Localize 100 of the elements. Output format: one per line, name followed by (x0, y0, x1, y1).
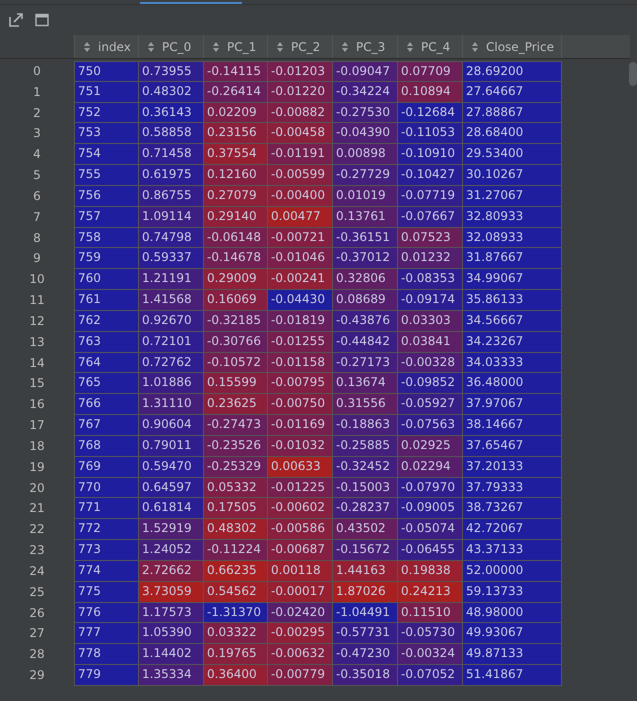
open-in-window-icon[interactable] (9, 13, 23, 27)
table-cell: 756 (74, 186, 138, 207)
table-cell: 0.72762 (138, 352, 203, 374)
table-cell: -0.27173 (332, 352, 397, 374)
table-cell: 0.07709 (397, 61, 462, 82)
table-cell: -0.08353 (397, 269, 462, 290)
table-cell: 31.87667 (462, 248, 562, 270)
table-cell: 769 (74, 456, 138, 478)
column-header[interactable]: index (74, 35, 138, 58)
table-cell: 0.72101 (138, 332, 203, 353)
column-header[interactable]: PC_3 (332, 35, 397, 58)
table-cell: -0.27530 (332, 102, 397, 124)
table-cell: 772 (74, 519, 138, 540)
table-cell: -0.00750 (267, 394, 332, 416)
table-cell: 0.02209 (203, 102, 267, 124)
table-cell: 0.08689 (332, 290, 397, 311)
table-cell: -0.00721 (267, 228, 332, 248)
table-cell: -0.11053 (397, 123, 462, 144)
table-cell: 0.29009 (203, 269, 267, 290)
table-cell: -0.25329 (203, 456, 267, 478)
table-cell: -0.07970 (397, 478, 462, 498)
table-cell: 51.41867 (462, 665, 562, 686)
table-cell: 757 (74, 206, 138, 228)
sort-icon (407, 42, 413, 52)
table-cell: 1.17573 (138, 602, 203, 624)
table-cell: -0.05730 (397, 623, 462, 644)
table-cell: -0.00295 (267, 623, 332, 644)
row-number: 22 (28, 521, 46, 538)
table-cell: -0.30766 (203, 332, 267, 353)
table-cell: 754 (74, 144, 138, 166)
table-cell: 0.27079 (203, 186, 267, 207)
table-cell: 0.13674 (332, 373, 397, 394)
column-header[interactable]: Close_Price (462, 35, 562, 58)
table-cell: 0.01232 (397, 248, 462, 270)
table-cell: 0.71458 (138, 144, 203, 166)
sort-icon (148, 42, 154, 52)
table-cell: -0.36151 (332, 228, 397, 248)
table-cell: 0.74798 (138, 228, 203, 248)
row-number: 13 (28, 334, 46, 351)
table-cell: 34.56667 (462, 310, 562, 332)
table-cell: -0.01220 (267, 82, 332, 103)
table-cell: -0.00632 (267, 644, 332, 666)
table-cell: 779 (74, 665, 138, 686)
table-cell: 1.87026 (332, 582, 397, 603)
table-cell: -0.09005 (397, 498, 462, 520)
row-number: 20 (28, 480, 46, 497)
table-cell: 0.36143 (138, 102, 203, 124)
table-cell: 0.48302 (203, 519, 267, 540)
table-cell: 1.52919 (138, 519, 203, 540)
table-cell: 28.69200 (462, 61, 562, 82)
table-cell: -0.00458 (267, 123, 332, 144)
table-cell: 27.88867 (462, 102, 562, 124)
table-cell: 0.05332 (203, 478, 267, 498)
table-cell: 48.98000 (462, 602, 562, 624)
table-cell: 30.10267 (462, 165, 562, 186)
table-cell: 766 (74, 394, 138, 416)
table-cell: 0.19765 (203, 644, 267, 666)
table-cell: 36.48000 (462, 373, 562, 394)
table-cell: 32.08933 (462, 228, 562, 248)
window-icon[interactable] (35, 13, 49, 27)
table-cell: 0.48302 (138, 82, 203, 103)
table-cell: 0.61975 (138, 165, 203, 186)
table-cell: 38.14667 (462, 415, 562, 436)
table-cell: -0.05927 (397, 394, 462, 416)
table-cell: 37.65467 (462, 436, 562, 457)
table-cell: -0.00599 (267, 165, 332, 186)
row-number: 16 (28, 396, 46, 414)
row-number: 24 (28, 562, 46, 580)
table-cell: 0.01019 (332, 186, 397, 207)
column-header[interactable]: PC_4 (397, 35, 462, 58)
table-cell: 0.00477 (267, 206, 332, 228)
table-cell: -0.09852 (397, 373, 462, 394)
table-cell: 37.97067 (462, 394, 562, 416)
sort-icon (342, 42, 348, 52)
table-cell: -0.05074 (397, 519, 462, 540)
table-cell: -0.11224 (203, 540, 267, 561)
table-cell: -1.31370 (203, 602, 267, 624)
table-cell: 777 (74, 623, 138, 644)
table-cell: 59.13733 (462, 582, 562, 603)
row-number: 0 (32, 63, 42, 80)
table-cell: 765 (74, 373, 138, 394)
table-cell: -0.01032 (267, 436, 332, 457)
scrollbar-thumb[interactable] (629, 62, 637, 86)
table-cell: 0.16069 (203, 290, 267, 311)
column-header[interactable]: PC_0 (138, 35, 203, 58)
table-cell: 1.05390 (138, 623, 203, 644)
table-cell: 0.29140 (203, 206, 267, 228)
table-cell: 0.86755 (138, 186, 203, 207)
column-header[interactable]: PC_1 (203, 35, 267, 58)
table-cell: 778 (74, 644, 138, 666)
table-cell: -0.14678 (203, 248, 267, 270)
table-cell: 1.31110 (138, 394, 203, 416)
column-header[interactable]: PC_2 (267, 35, 332, 58)
table-cell: 0.59337 (138, 248, 203, 270)
table-cell: -1.04491 (332, 602, 397, 624)
row-number: 14 (28, 354, 46, 372)
table-cell: -0.57731 (332, 623, 397, 644)
table-cell: 34.03333 (462, 352, 562, 374)
row-number: 9 (32, 250, 42, 268)
table-cell: 0.17505 (203, 498, 267, 520)
